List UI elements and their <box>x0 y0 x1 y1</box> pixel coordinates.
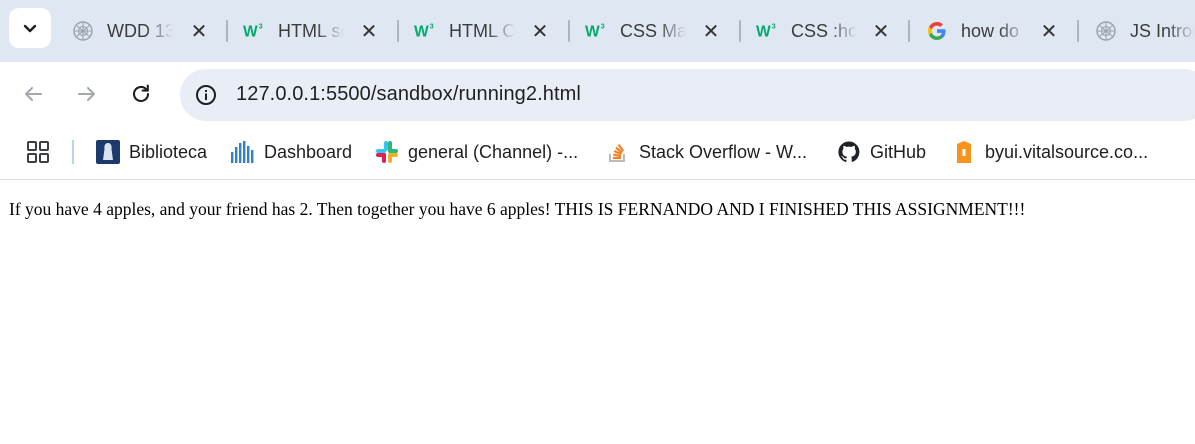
tab-separator <box>226 20 228 42</box>
bookmark-biblioteca[interactable]: Biblioteca <box>95 138 207 166</box>
reload-button[interactable] <box>125 78 157 110</box>
tab-separator <box>1077 20 1079 42</box>
address-bar[interactable]: 127.0.0.1:5500/sandbox/running2.html <box>180 69 1195 121</box>
tab-separator <box>739 20 741 42</box>
tab-title: JS Introd <box>1130 20 1195 42</box>
bookmark-dashboard[interactable]: Dashboard <box>230 138 352 166</box>
w3schools-icon: W3 <box>756 20 778 42</box>
tab-title: CSS Mar <box>620 20 686 42</box>
bookmark-label: Stack Overflow - W... <box>639 141 808 162</box>
chevron-down-icon <box>23 24 37 33</box>
close-icon[interactable]: ✕ <box>529 20 551 43</box>
w3schools-icon: W3 <box>243 20 265 42</box>
tab-wdd[interactable]: WDD 13 ✕ <box>72 10 207 52</box>
apps-grid-icon <box>27 141 49 163</box>
back-button[interactable] <box>17 78 49 110</box>
svg-text:3: 3 <box>430 21 434 30</box>
tab-title: CSS :hov <box>791 20 857 42</box>
close-icon[interactable]: ✕ <box>700 20 722 43</box>
reload-icon <box>132 84 150 103</box>
biblioteca-icon <box>95 139 121 165</box>
tab-title: HTML se <box>278 20 344 42</box>
svg-text:W: W <box>243 24 258 41</box>
site-info-button[interactable] <box>192 81 220 109</box>
toolbar: 127.0.0.1:5500/sandbox/running2.html <box>0 62 1195 126</box>
slack-icon <box>374 139 400 165</box>
info-icon <box>196 85 216 105</box>
bookmark-github[interactable]: GitHub <box>836 138 926 166</box>
tab-html-se[interactable]: W3 HTML se ✕ <box>243 10 377 52</box>
forward-button[interactable] <box>71 78 103 110</box>
tab-css-mar[interactable]: W3 CSS Mar ✕ <box>585 10 719 52</box>
bookmarks-bar: Biblioteca Dashboard general (Channel) -… <box>0 126 1195 180</box>
tab-separator <box>908 20 910 42</box>
bookmark-slack[interactable]: general (Channel) -... <box>374 138 578 166</box>
stackoverflow-icon <box>605 139 631 165</box>
tab-title: how do <box>961 20 1027 42</box>
svg-text:3: 3 <box>601 21 605 30</box>
bookmark-label: Dashboard <box>264 141 353 162</box>
svg-text:W: W <box>756 24 771 41</box>
close-icon[interactable]: ✕ <box>870 20 892 43</box>
tab-title: HTML O <box>449 20 515 42</box>
svg-text:3: 3 <box>772 21 776 30</box>
arrow-left-icon <box>25 87 42 101</box>
dashboard-icon <box>230 139 256 165</box>
tab-separator <box>397 20 399 42</box>
bookmark-label: GitHub <box>870 141 927 162</box>
page-text: If you have 4 apples, and your friend ha… <box>9 199 1026 219</box>
bookmark-label: general (Channel) -... <box>408 141 579 162</box>
close-icon[interactable]: ✕ <box>358 20 380 43</box>
bookmarks-separator <box>72 140 74 164</box>
svg-text:3: 3 <box>259 21 263 30</box>
tab-separator <box>568 20 570 42</box>
tab-google-search[interactable]: how do ✕ <box>926 10 1057 52</box>
web-icon <box>72 20 94 42</box>
tab-strip: WDD 13 ✕ W3 HTML se ✕ W3 HTML O ✕ W3 CSS… <box>0 0 1195 62</box>
bookmark-stackoverflow[interactable]: Stack Overflow - W... <box>605 138 807 166</box>
tab-js-intro[interactable]: JS Introd <box>1095 10 1195 52</box>
tab-css-hov[interactable]: W3 CSS :hov ✕ <box>756 10 889 52</box>
arrow-right-icon <box>78 87 95 101</box>
apps-button[interactable] <box>26 138 50 166</box>
svg-text:W: W <box>414 24 429 41</box>
bookmark-label: Biblioteca <box>129 141 208 162</box>
github-icon <box>836 139 862 165</box>
vitalsource-icon <box>951 139 977 165</box>
svg-text:W: W <box>585 24 600 41</box>
web-icon <box>1095 20 1117 42</box>
tab-html-o[interactable]: W3 HTML O ✕ <box>414 10 548 52</box>
tab-search-button[interactable] <box>9 8 51 48</box>
tab-title: WDD 13 <box>107 20 173 42</box>
bookmark-label: byui.vitalsource.co... <box>985 141 1149 162</box>
close-icon[interactable]: ✕ <box>188 20 210 43</box>
google-icon <box>926 20 948 42</box>
w3schools-icon: W3 <box>585 20 607 42</box>
bookmark-vitalsource[interactable]: byui.vitalsource.co... <box>951 138 1148 166</box>
url-text: 127.0.0.1:5500/sandbox/running2.html <box>236 83 581 105</box>
close-icon[interactable]: ✕ <box>1038 20 1060 43</box>
w3schools-icon: W3 <box>414 20 436 42</box>
